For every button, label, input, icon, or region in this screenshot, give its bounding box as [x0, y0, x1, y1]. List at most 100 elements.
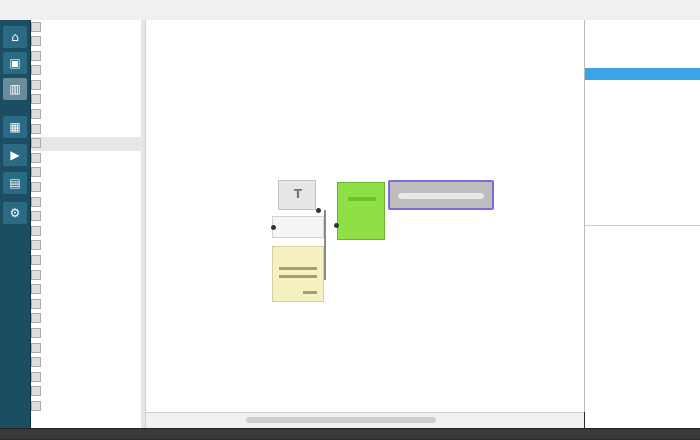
node-inner-field: [398, 193, 484, 199]
tree-node-icon: [31, 269, 41, 280]
tree-item[interactable]: [31, 356, 141, 371]
property-header: [585, 226, 700, 239]
container-node[interactable]: [272, 216, 324, 238]
property-row[interactable]: [585, 293, 700, 306]
home-icon[interactable]: ⌂: [3, 26, 27, 48]
tree-node-icon: [31, 152, 41, 163]
connector-handle[interactable]: [334, 223, 339, 228]
file-icon[interactable]: ▣: [3, 52, 27, 74]
tree-item[interactable]: [31, 93, 141, 108]
note-text-line: [303, 291, 317, 294]
tree-item[interactable]: [31, 283, 141, 298]
tree-item[interactable]: [31, 239, 141, 254]
tree-item[interactable]: [31, 49, 141, 64]
tree-item[interactable]: [31, 35, 141, 50]
outline-item[interactable]: [585, 80, 700, 92]
tree-node-icon: [31, 386, 41, 397]
outline-item[interactable]: [585, 92, 700, 104]
outline-item[interactable]: [585, 20, 700, 32]
tree-item[interactable]: [31, 195, 141, 210]
connector-handle[interactable]: [271, 225, 276, 230]
tree-node-icon: [31, 94, 41, 105]
tree-item-selected[interactable]: [31, 136, 141, 152]
tree-node-icon: [31, 167, 41, 178]
tree-node-icon: [31, 240, 41, 251]
property-row[interactable]: [585, 360, 700, 373]
selected-node[interactable]: [388, 180, 494, 210]
tree-node-icon: [31, 79, 41, 90]
tree-node-icon: [31, 109, 41, 120]
property-row[interactable]: [585, 320, 700, 333]
green-node[interactable]: [337, 182, 385, 240]
tree-item[interactable]: [31, 312, 141, 327]
tree-node-icon: [31, 327, 41, 338]
note-text-line: [279, 275, 317, 278]
tree-item[interactable]: [31, 64, 141, 79]
tree-node-icon: [31, 211, 41, 222]
tree-item[interactable]: [31, 210, 141, 225]
tree-item[interactable]: [31, 78, 141, 93]
tree-item[interactable]: [31, 297, 141, 312]
tree-node-icon: [31, 371, 41, 382]
tree-node-icon: [31, 400, 41, 411]
property-row[interactable]: [585, 347, 700, 360]
object-tree: [31, 20, 142, 428]
tree-node-icon: [31, 298, 41, 309]
green-node-bar: [348, 197, 376, 201]
tree-item[interactable]: [31, 370, 141, 385]
property-row[interactable]: [585, 266, 700, 279]
layers-icon[interactable]: ▤: [3, 172, 27, 194]
tree-item[interactable]: [31, 122, 141, 137]
gear-icon[interactable]: ⚙: [3, 202, 27, 224]
tree-node-icon: [31, 196, 41, 207]
outline-item-selected[interactable]: [585, 68, 700, 80]
design-canvas[interactable]: T: [146, 20, 585, 412]
tree-item[interactable]: [31, 341, 141, 356]
property-row[interactable]: [585, 333, 700, 346]
tree-node-icon: [31, 313, 41, 324]
tree-item[interactable]: [31, 151, 141, 166]
grid-icon[interactable]: ▦: [3, 116, 27, 138]
play-icon[interactable]: ▶: [3, 144, 27, 166]
connector-line: [324, 210, 326, 280]
tree-node-icon: [31, 123, 41, 134]
text-node[interactable]: T: [278, 180, 316, 210]
scroll-thumb[interactable]: [246, 417, 436, 423]
connector-handle[interactable]: [316, 208, 321, 213]
property-row[interactable]: [585, 387, 700, 400]
outline-item[interactable]: [585, 56, 700, 68]
property-row[interactable]: [585, 239, 700, 252]
tree-item[interactable]: [31, 181, 141, 196]
tree-item[interactable]: [31, 224, 141, 239]
tree-item[interactable]: [31, 326, 141, 341]
horizontal-scrollbar[interactable]: [146, 412, 584, 429]
outline-item[interactable]: [585, 44, 700, 56]
tree-node-icon: [31, 36, 41, 47]
outline-item[interactable]: [585, 32, 700, 44]
image-icon[interactable]: ▥: [3, 78, 27, 100]
tree-node-icon: [31, 50, 41, 61]
property-row[interactable]: [585, 373, 700, 386]
tree-item[interactable]: [31, 399, 141, 414]
status-bar: [0, 428, 700, 439]
tree-node-icon: [31, 342, 41, 353]
property-row[interactable]: [585, 413, 700, 426]
property-row[interactable]: [585, 253, 700, 266]
tree-item[interactable]: [31, 254, 141, 269]
tree-node-icon: [31, 138, 41, 149]
outline-panel: [585, 20, 700, 226]
tree-item[interactable]: [31, 108, 141, 123]
note-node[interactable]: [272, 246, 324, 302]
launcher-bar: ⌂ ▣ ▥ ▦ ▶ ▤ ⚙: [0, 20, 31, 428]
tree-item[interactable]: [31, 268, 141, 283]
tree-node-icon: [31, 255, 41, 265]
property-row[interactable]: [585, 280, 700, 293]
text-tool-icon: T: [293, 187, 303, 201]
property-row[interactable]: [585, 306, 700, 319]
tree-item[interactable]: [31, 166, 141, 181]
tree-item[interactable]: [31, 385, 141, 400]
tree-item[interactable]: [31, 20, 141, 35]
property-row[interactable]: [585, 400, 700, 413]
tree-node-icon: [31, 357, 41, 368]
tree-node-icon: [31, 225, 41, 236]
